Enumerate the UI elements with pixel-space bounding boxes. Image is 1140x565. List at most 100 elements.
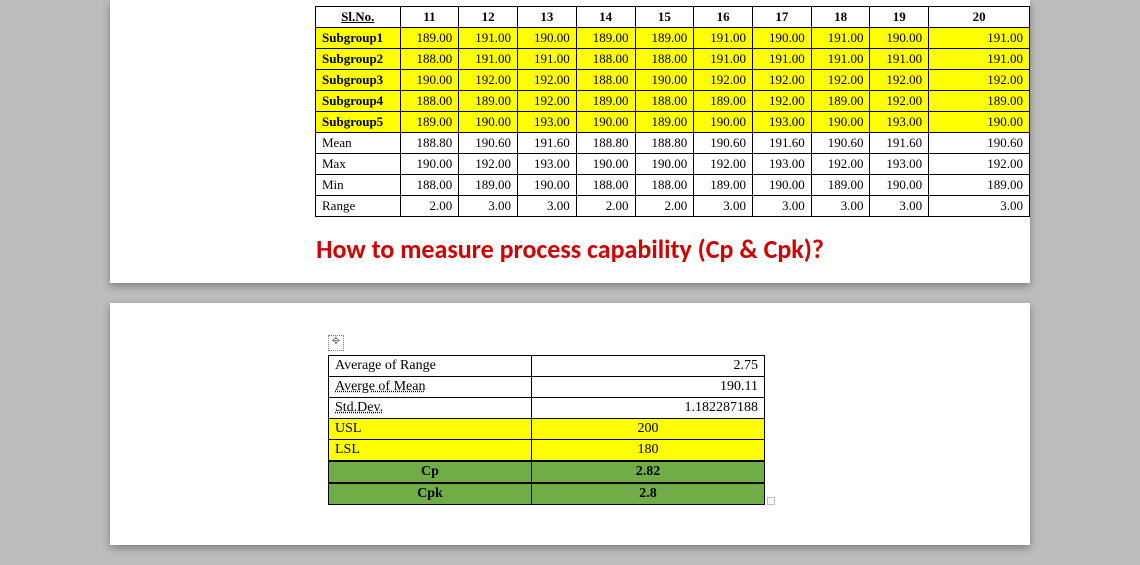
- data-cell: 193.00: [518, 154, 577, 175]
- data-cell: 192.00: [929, 154, 1030, 175]
- data-cell: 191.00: [929, 49, 1030, 70]
- row-label: Range: [316, 196, 401, 217]
- data-cell: 189.00: [811, 175, 870, 196]
- data-cell: 191.00: [459, 28, 518, 49]
- data-cell: 189.00: [929, 91, 1030, 112]
- page-2: ✥ Average of Range2.75Averge of Mean190.…: [110, 303, 1030, 545]
- results-row: Std.Dev.1.182287188: [329, 398, 765, 419]
- data-cell: 2.00: [400, 196, 459, 217]
- row-label: Min: [316, 175, 401, 196]
- page-1: Sl.No.11121314151617181920 Subgroup1189.…: [110, 0, 1030, 283]
- results-value: 190.11: [532, 377, 765, 398]
- row-label: Subgroup2: [316, 49, 401, 70]
- data-cell: 190.00: [929, 112, 1030, 133]
- data-cell: 192.00: [752, 91, 811, 112]
- data-cell: 189.00: [576, 28, 635, 49]
- data-cell: 190.00: [635, 154, 694, 175]
- data-cell: 193.00: [752, 154, 811, 175]
- col-header: 19: [870, 7, 929, 28]
- results-label: LSL: [329, 440, 532, 462]
- col-header: 12: [459, 7, 518, 28]
- data-cell: 192.00: [870, 70, 929, 91]
- table-move-handle-icon[interactable]: ✥: [328, 335, 344, 351]
- data-cell: 190.00: [870, 28, 929, 49]
- data-cell: 191.00: [811, 49, 870, 70]
- table-row: Min188.00189.00190.00188.00188.00189.001…: [316, 175, 1030, 196]
- subgroup-data-table: Sl.No.11121314151617181920 Subgroup1189.…: [315, 6, 1030, 217]
- data-cell: 191.60: [518, 133, 577, 154]
- data-cell: 190.00: [752, 28, 811, 49]
- data-cell: 188.00: [400, 91, 459, 112]
- data-cell: 191.00: [870, 49, 929, 70]
- data-cell: 188.00: [400, 175, 459, 196]
- results-value: 2.8: [532, 483, 765, 505]
- data-cell: 193.00: [870, 154, 929, 175]
- data-cell: 191.00: [518, 49, 577, 70]
- data-cell: 191.00: [929, 28, 1030, 49]
- data-cell: 189.00: [635, 28, 694, 49]
- results-value: 180: [532, 440, 765, 462]
- table-row: Range2.003.003.002.002.003.003.003.003.0…: [316, 196, 1030, 217]
- col-header: 11: [400, 7, 459, 28]
- results-wrap: ✥ Average of Range2.75Averge of Mean190.…: [328, 333, 1030, 505]
- results-value: 200: [532, 419, 765, 440]
- results-value: 1.182287188: [532, 398, 765, 419]
- data-cell: 190.00: [635, 70, 694, 91]
- col-header: 20: [929, 7, 1030, 28]
- data-cell: 193.00: [752, 112, 811, 133]
- data-cell: 192.00: [694, 154, 753, 175]
- data-cell: 192.00: [518, 70, 577, 91]
- data-table-wrap: Sl.No.11121314151617181920 Subgroup1189.…: [315, 6, 1030, 217]
- col-header: 15: [635, 7, 694, 28]
- data-cell: 189.00: [929, 175, 1030, 196]
- data-cell: 3.00: [929, 196, 1030, 217]
- data-cell: 189.00: [400, 28, 459, 49]
- page-title: How to measure process capability (Cp & …: [110, 233, 1030, 265]
- data-cell: 188.00: [576, 70, 635, 91]
- table-row: Max190.00192.00193.00190.00190.00192.001…: [316, 154, 1030, 175]
- data-cell: 192.00: [811, 154, 870, 175]
- data-cell: 190.00: [870, 175, 929, 196]
- data-cell: 189.00: [694, 175, 753, 196]
- data-cell: 192.00: [811, 70, 870, 91]
- data-cell: 191.00: [459, 49, 518, 70]
- data-cell: 3.00: [811, 196, 870, 217]
- col-header: 17: [752, 7, 811, 28]
- data-cell: 189.00: [635, 112, 694, 133]
- row-label: Subgroup1: [316, 28, 401, 49]
- results-label: USL: [329, 419, 532, 440]
- data-cell: 191.00: [694, 28, 753, 49]
- results-row: USL200: [329, 419, 765, 440]
- data-cell: 188.00: [635, 91, 694, 112]
- results-table: Average of Range2.75Averge of Mean190.11…: [328, 355, 765, 505]
- data-cell: 190.00: [459, 112, 518, 133]
- table-resize-handle-icon[interactable]: [767, 497, 775, 505]
- results-label: Cp: [329, 461, 532, 483]
- results-value: 2.75: [532, 356, 765, 377]
- data-cell: 3.00: [459, 196, 518, 217]
- table-row: Subgroup3190.00192.00192.00188.00190.001…: [316, 70, 1030, 91]
- data-cell: 191.60: [752, 133, 811, 154]
- data-cell: 192.00: [459, 154, 518, 175]
- data-cell: 188.00: [576, 49, 635, 70]
- table-row: Mean188.80190.60191.60188.80188.80190.60…: [316, 133, 1030, 154]
- table-header-row: Sl.No.11121314151617181920: [316, 7, 1030, 28]
- data-cell: 2.00: [635, 196, 694, 217]
- data-cell: 3.00: [518, 196, 577, 217]
- data-cell: 191.60: [870, 133, 929, 154]
- data-cell: 190.00: [518, 175, 577, 196]
- data-cell: 192.00: [518, 91, 577, 112]
- table-row: Subgroup2188.00191.00191.00188.00188.001…: [316, 49, 1030, 70]
- data-cell: 189.00: [459, 91, 518, 112]
- data-cell: 189.00: [694, 91, 753, 112]
- row-label: Mean: [316, 133, 401, 154]
- col-header-slno: Sl.No.: [316, 7, 401, 28]
- data-cell: 188.80: [635, 133, 694, 154]
- row-label: Subgroup3: [316, 70, 401, 91]
- table-row: Subgroup5189.00190.00193.00190.00189.001…: [316, 112, 1030, 133]
- results-label: Std.Dev.: [329, 398, 532, 419]
- data-cell: 190.00: [400, 154, 459, 175]
- data-cell: 189.00: [811, 91, 870, 112]
- results-label: Averge of Mean: [329, 377, 532, 398]
- data-cell: 3.00: [694, 196, 753, 217]
